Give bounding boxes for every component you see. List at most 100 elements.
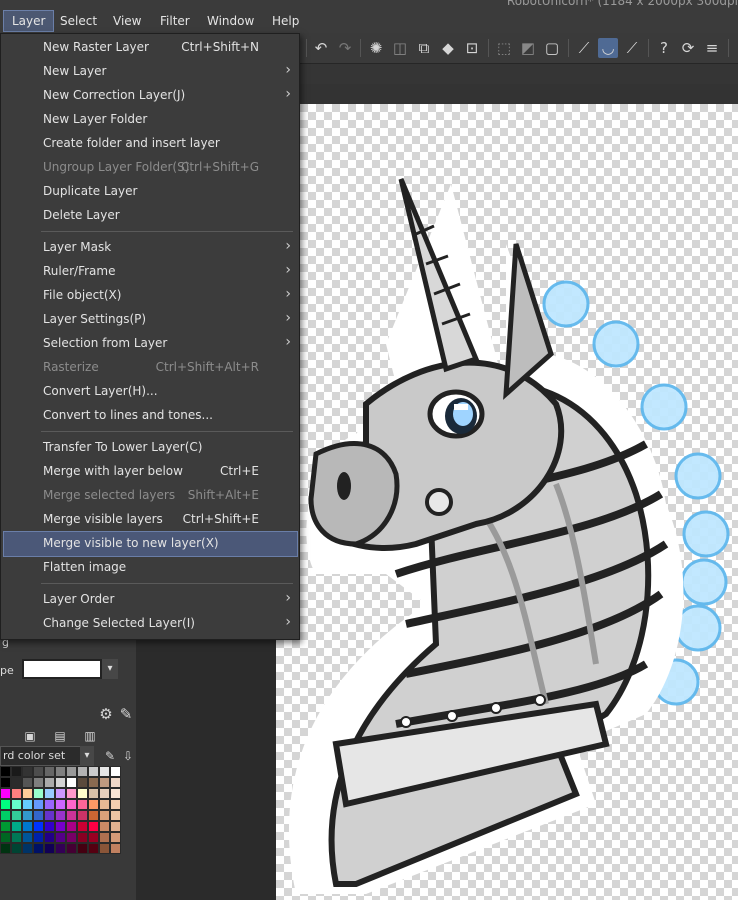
menu-item-create-folder-and-insert-layer[interactable]: Create folder and insert layer (4, 132, 297, 156)
menu-item-new-layer-folder[interactable]: New Layer Folder (4, 108, 297, 132)
color-swatch[interactable] (77, 821, 88, 832)
color-swatch[interactable] (66, 810, 77, 821)
color-swatch[interactable] (44, 843, 55, 854)
color-swatch[interactable] (22, 832, 33, 843)
color-swatch[interactable] (44, 766, 55, 777)
color-swatch[interactable] (99, 810, 110, 821)
color-swatch[interactable] (33, 843, 44, 854)
color-swatch[interactable] (55, 799, 66, 810)
menu-item-merge-visible-layers[interactable]: Merge visible layers Ctrl+Shift+E (4, 508, 297, 532)
color-swatch[interactable] (66, 799, 77, 810)
color-swatch[interactable] (110, 788, 121, 799)
menu-filter[interactable]: Filter (152, 11, 198, 31)
transform-icon[interactable]: ⊡ (462, 38, 482, 58)
menu-window[interactable]: Window (199, 11, 262, 31)
menu-item-selection-from-layer[interactable]: Selection from Layer › (4, 332, 297, 356)
color-swatch[interactable] (11, 777, 22, 788)
snap-grid-icon[interactable]: ⟋ (622, 38, 642, 58)
color-swatch[interactable] (77, 788, 88, 799)
clear-icon[interactable]: ✺ (366, 38, 386, 58)
color-swatch[interactable] (11, 766, 22, 777)
color-set-icon[interactable]: ▣ (20, 726, 40, 746)
undo-icon[interactable]: ↶ (311, 38, 331, 58)
menu-item-file-object[interactable]: File object(X) › (4, 284, 297, 308)
color-swatch[interactable] (22, 766, 33, 777)
menu-item-merge-visible-to-new-layer[interactable]: Merge visible to new layer(X) (3, 531, 298, 557)
menu-item-convert-layer[interactable]: Convert Layer(H)... (4, 380, 297, 404)
color-swatch[interactable] (99, 799, 110, 810)
color-swatch[interactable] (0, 799, 11, 810)
color-swatch[interactable] (0, 766, 11, 777)
color-swatch[interactable] (33, 788, 44, 799)
menu-select[interactable]: Select (52, 11, 105, 31)
snap-special-ruler-icon[interactable]: ◡ (598, 38, 618, 58)
menu-view[interactable]: View (105, 11, 149, 31)
color-swatch[interactable] (11, 799, 22, 810)
color-swatch[interactable] (99, 777, 110, 788)
settings-icon[interactable]: ⚙ (96, 704, 116, 724)
color-swatch[interactable] (88, 799, 99, 810)
color-swatch[interactable] (88, 810, 99, 821)
color-swatch[interactable] (77, 777, 88, 788)
color-swatch[interactable] (22, 821, 33, 832)
help-icon[interactable]: ? (654, 38, 674, 58)
color-swatch[interactable] (0, 821, 11, 832)
wrench-icon[interactable]: ✎ (116, 704, 136, 724)
color-swatch[interactable] (66, 843, 77, 854)
color-swatch[interactable] (88, 788, 99, 799)
color-swatch[interactable] (44, 777, 55, 788)
menu-item-layer-order[interactable]: Layer Order › (4, 588, 297, 612)
color-swatch[interactable] (88, 821, 99, 832)
color-swatch[interactable] (33, 799, 44, 810)
list-icon[interactable]: ≡ (702, 38, 722, 58)
color-swatch[interactable] (44, 799, 55, 810)
color-swatch[interactable] (0, 832, 11, 843)
color-swatch[interactable] (0, 777, 11, 788)
color-swatch[interactable] (77, 810, 88, 821)
bucket-icon[interactable]: ◆ (438, 38, 458, 58)
color-swatch[interactable] (77, 843, 88, 854)
texture-dropdown[interactable]: ▾ (102, 659, 118, 679)
add-color-icon[interactable]: ⇩ (118, 746, 138, 766)
menu-item-transfer-to-lower-layer[interactable]: Transfer To Lower Layer(C) (4, 436, 297, 460)
color-swatch[interactable] (77, 766, 88, 777)
color-swatch[interactable] (88, 777, 99, 788)
color-palette[interactable] (0, 766, 122, 854)
color-swatch[interactable] (55, 821, 66, 832)
color-swatch[interactable] (0, 810, 11, 821)
color-swatch[interactable] (22, 777, 33, 788)
menu-item-duplicate-layer[interactable]: Duplicate Layer (4, 180, 297, 204)
color-swatch[interactable] (110, 821, 121, 832)
color-swatch[interactable] (55, 832, 66, 843)
color-swatch[interactable] (44, 788, 55, 799)
color-swatch[interactable] (99, 821, 110, 832)
show-selection-icon[interactable]: ▢ (542, 38, 562, 58)
intermediate-color-icon[interactable]: ▥ (80, 726, 100, 746)
color-swatch[interactable] (33, 821, 44, 832)
deselect-icon[interactable]: ⬚ (494, 38, 514, 58)
color-swatch[interactable] (55, 843, 66, 854)
menu-item-delete-layer[interactable]: Delete Layer (4, 204, 297, 228)
menu-item-new-correction-layer[interactable]: New Correction Layer(J) › (4, 84, 297, 108)
color-swatch[interactable] (55, 766, 66, 777)
color-swatch[interactable] (11, 810, 22, 821)
color-swatch[interactable] (88, 843, 99, 854)
color-swatch[interactable] (66, 777, 77, 788)
menu-item-ruler-frame[interactable]: Ruler/Frame › (4, 260, 297, 284)
color-swatch[interactable] (77, 799, 88, 810)
color-swatch[interactable] (33, 766, 44, 777)
menu-item-layer-mask[interactable]: Layer Mask › (4, 236, 297, 260)
menu-help[interactable]: Help (264, 11, 307, 31)
color-swatch[interactable] (88, 832, 99, 843)
menu-item-new-raster-layer[interactable]: New Raster Layer Ctrl+Shift+N (4, 36, 297, 60)
color-swatch[interactable] (88, 766, 99, 777)
color-swatch[interactable] (22, 799, 33, 810)
color-history-icon[interactable]: ▤ (50, 726, 70, 746)
clear-outside-icon[interactable]: ◫ (390, 38, 410, 58)
color-set-settings-icon[interactable]: ✎ (100, 746, 120, 766)
color-swatch[interactable] (33, 777, 44, 788)
color-swatch[interactable] (44, 810, 55, 821)
invert-selection-icon[interactable]: ◩ (518, 38, 538, 58)
color-swatch[interactable] (110, 843, 121, 854)
color-swatch[interactable] (22, 843, 33, 854)
